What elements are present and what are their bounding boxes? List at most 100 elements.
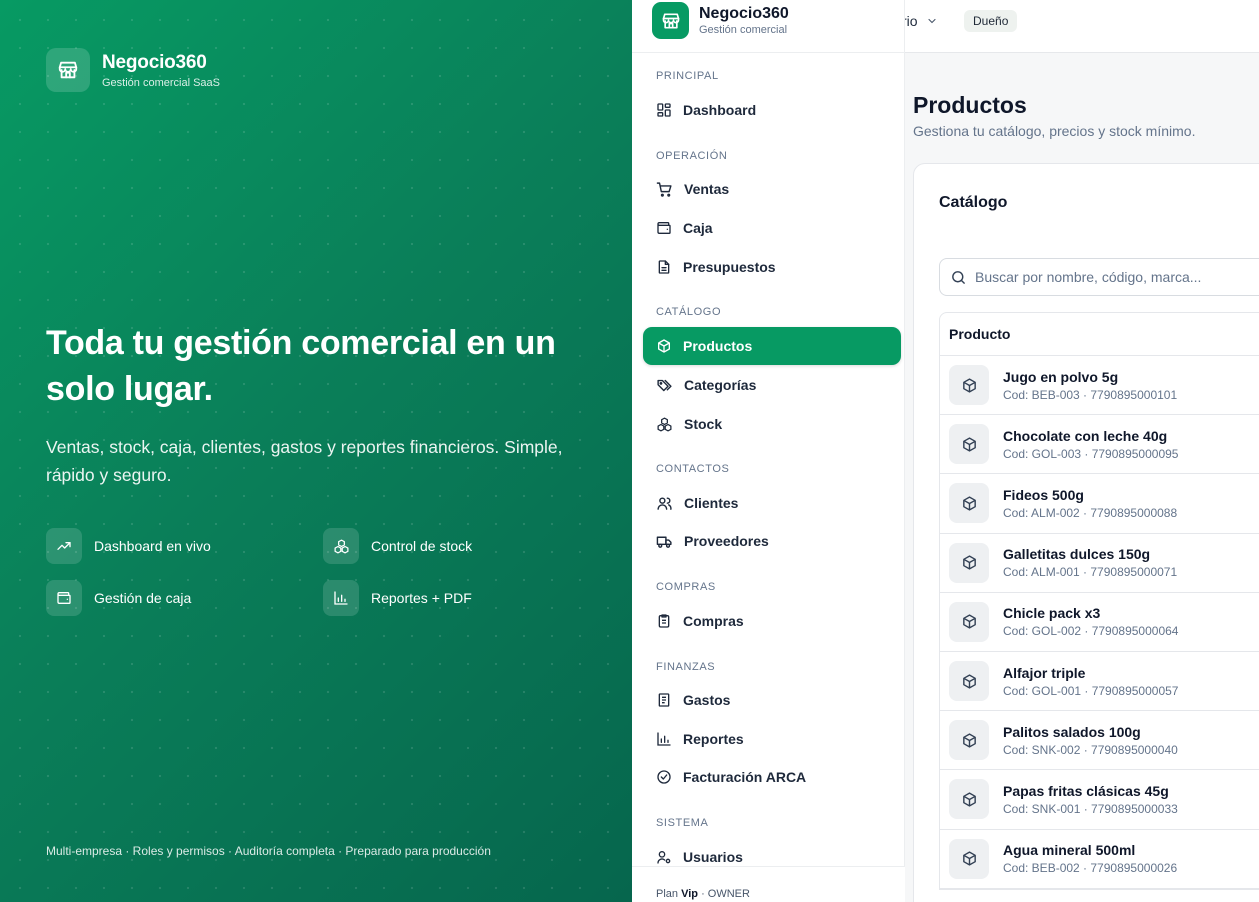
sidebar-item-facturacion[interactable]: Facturación ARCA	[643, 758, 901, 796]
user-cog-icon	[657, 851, 671, 864]
sidebar-item-label: Productos	[683, 338, 753, 354]
package-icon	[949, 365, 989, 406]
product-info: Palitos salados 100g Cod: SNK-002 · 77908…	[1003, 724, 1178, 757]
section-sistema: SISTEMA	[656, 817, 709, 829]
sidebar-item-stock[interactable]: Stock	[643, 405, 901, 443]
plan-prefix: Plan	[656, 888, 679, 900]
product-code: Cod: SNK-002 · 7790895000040	[1003, 742, 1178, 757]
product-info: Jugo en polvo 5g Cod: BEB-003 · 779089500…	[1003, 369, 1177, 402]
grid-icon	[657, 103, 671, 117]
users-icon	[657, 496, 672, 510]
receipt-icon	[658, 693, 670, 707]
search-input[interactable]: Buscar por nombre, código, marca...	[939, 258, 1259, 296]
package-icon	[949, 542, 989, 583]
cart-icon	[656, 181, 672, 197]
plan-footer: Plan Vip · OWNER	[632, 866, 905, 902]
clipboard-icon	[658, 614, 670, 628]
package-icon	[949, 601, 989, 642]
table-row[interactable]: Papas fritas clásicas 45g Cod: SNK-001 · …	[940, 770, 1259, 830]
page-subtitle: Gestiona tu catálogo, precios y stock mí…	[913, 123, 1196, 139]
column-header-product[interactable]: Producto	[940, 313, 1259, 356]
sidebar-item-label: Reportes	[683, 731, 744, 747]
sidebar-item-label: Proveedores	[684, 533, 769, 549]
product-info: Chocolate con leche 40g Cod: GOL-003 · 77…	[1003, 428, 1178, 461]
document-icon	[658, 260, 670, 274]
store-icon	[652, 2, 689, 39]
feature-reports: Reportes + PDF	[323, 580, 472, 616]
hero-footer: Multi-empresa · Roles y permisos · Audit…	[46, 844, 491, 858]
section-operacion: OPERACIÓN	[656, 150, 728, 162]
product-code: Cod: GOL-001 · 7790895000057	[1003, 683, 1179, 698]
search-placeholder: Buscar por nombre, código, marca...	[975, 269, 1202, 285]
sidebar-item-caja[interactable]: Caja	[643, 209, 901, 247]
sidebar-item-label: Categorías	[684, 377, 757, 393]
section-principal: PRINCIPAL	[656, 70, 719, 82]
sidebar-item-label: Presupuestos	[683, 259, 776, 275]
sidebar-item-label: Gastos	[683, 692, 731, 708]
user-menu-button[interactable]: rio	[902, 13, 938, 29]
sidebar-item-clientes[interactable]: Clientes	[643, 484, 901, 522]
sidebar-item-compras[interactable]: Compras	[643, 602, 901, 640]
wallet-icon	[657, 222, 671, 234]
product-info: Chicle pack x3 Cod: GOL-002 · 77908950000…	[1003, 605, 1178, 638]
hero-description: Ventas, stock, caja, clientes, gastos y …	[46, 437, 563, 485]
hero-panel: Negocio360 Gestión comercial SaaS Toda t…	[0, 0, 632, 902]
feature-label: Gestión de caja	[94, 590, 192, 606]
trend-up-icon	[46, 528, 82, 564]
table-row[interactable]: Chicle pack x3 Cod: GOL-002 · 77908950000…	[940, 593, 1259, 652]
sidebar-item-label: Compras	[683, 613, 744, 629]
tags-icon	[657, 379, 672, 391]
product-name: Chocolate con leche 40g	[1003, 427, 1168, 444]
search-icon	[952, 270, 965, 284]
feature-cash: Gestión de caja	[46, 580, 191, 616]
sidebar-item-productos[interactable]: Productos	[643, 327, 901, 365]
package-icon	[949, 661, 989, 702]
sidebar-brand[interactable]: Negocio360 Gestión comercial	[652, 2, 789, 39]
section-contactos: CONTACTOS	[656, 463, 730, 475]
product-name: Galletitas dulces 150g	[1003, 546, 1151, 563]
product-name: Fideos 500g	[1003, 486, 1084, 503]
product-info: Papas fritas clásicas 45g Cod: SNK-001 · …	[1003, 783, 1178, 816]
sidebar-item-reportes[interactable]: Reportes	[643, 720, 901, 758]
sidebar-item-ventas[interactable]: Ventas	[643, 170, 901, 208]
store-icon	[46, 48, 90, 92]
hero-brand-name: Negocio360	[102, 51, 207, 73]
app-window: rio Dueño Productos Gestiona tu catálogo…	[632, 0, 1259, 902]
table-row[interactable]: Jugo en polvo 5g Cod: BEB-003 · 779089500…	[940, 356, 1259, 416]
table-row[interactable]: Chocolate con leche 40g Cod: GOL-003 · 77…	[940, 415, 1259, 475]
table-row[interactable]: Agua mineral 500ml Cod: BEB-002 · 7790895…	[940, 830, 1259, 889]
sidebar-item-label: Caja	[683, 220, 713, 236]
truck-icon	[656, 536, 672, 548]
product-info: Fideos 500g Cod: ALM-002 · 7790895000088	[1003, 487, 1177, 520]
section-compras: COMPRAS	[656, 581, 716, 593]
boxes-icon	[657, 416, 672, 432]
sidebar-item-presupuestos[interactable]: Presupuestos	[643, 248, 901, 286]
page-title: Productos	[913, 92, 1027, 118]
sidebar-item-proveedores[interactable]: Proveedores	[643, 522, 901, 560]
product-code: Cod: BEB-003 · 7790895000101	[1003, 387, 1178, 402]
product-code: Cod: BEB-002 · 7790895000026	[1003, 861, 1178, 876]
plan-info: Plan Vip · OWNER	[656, 888, 750, 900]
product-name: Chicle pack x3	[1003, 605, 1101, 622]
role-badge: Dueño	[964, 10, 1018, 32]
products-table: Producto Jugo en polvo 5g Cod: BEB-003 · …	[939, 312, 1259, 890]
sidebar-item-label: Facturación ARCA	[683, 769, 807, 785]
product-code: Cod: GOL-003 · 7790895000095	[1003, 446, 1179, 461]
sidebar-item-gastos[interactable]: Gastos	[643, 681, 901, 719]
hero-headline: Toda tu gestión comercial en un solo lug…	[46, 324, 556, 408]
product-info: Alfajor triple Cod: GOL-001 · 77908950000…	[1003, 665, 1178, 698]
table-row[interactable]: Palitos salados 100g Cod: SNK-002 · 77908…	[940, 711, 1259, 771]
package-icon	[949, 720, 989, 761]
plan-name: Vip	[681, 888, 699, 900]
sidebar-item-label: Ventas	[684, 181, 730, 197]
sidebar-item-dashboard[interactable]: Dashboard	[643, 91, 901, 129]
section-catalogo: CATÁLOGO	[656, 306, 722, 318]
table-row[interactable]: Fideos 500g Cod: ALM-002 · 7790895000088	[940, 474, 1259, 534]
feature-label: Reportes + PDF	[371, 590, 472, 606]
sidebar-item-label: Usuarios	[683, 849, 743, 865]
table-row[interactable]: Alfajor triple Cod: GOL-001 · 77908950000…	[940, 652, 1259, 712]
package-icon	[949, 838, 989, 879]
sidebar-item-categorias[interactable]: Categorías	[643, 366, 901, 404]
table-row[interactable]: Galletitas dulces 150g Cod: ALM-001 · 779…	[940, 534, 1259, 593]
product-info: Agua mineral 500ml Cod: BEB-002 · 7790895…	[1003, 842, 1177, 875]
